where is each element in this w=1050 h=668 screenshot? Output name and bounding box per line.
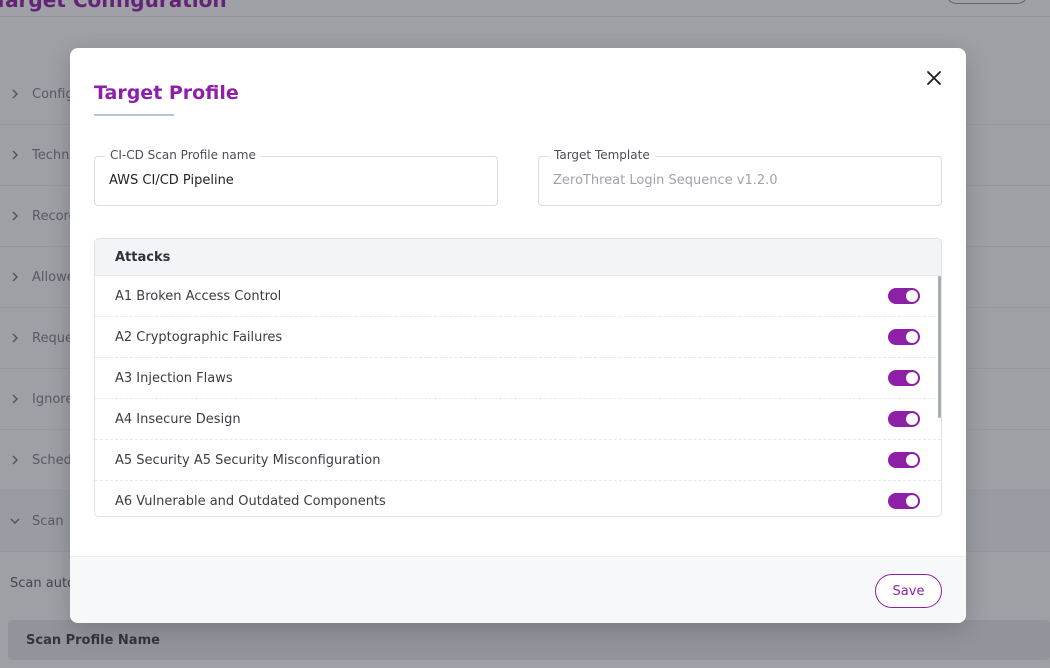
- toggle-knob: [906, 372, 918, 384]
- target-template-input[interactable]: ZeroThreat Login Sequence v1.2.0: [553, 173, 778, 188]
- profile-name-field[interactable]: CI-CD Scan Profile name AWS CI/CD Pipeli…: [94, 148, 498, 206]
- attack-toggle[interactable]: [888, 411, 920, 427]
- attacks-header: Attacks: [95, 239, 941, 276]
- attack-toggle[interactable]: [888, 329, 920, 345]
- close-icon: [927, 71, 941, 85]
- attack-toggle[interactable]: [888, 452, 920, 468]
- attack-row-a3: A3 Injection Flaws: [95, 358, 941, 399]
- profile-name-input[interactable]: AWS CI/CD Pipeline: [109, 173, 234, 188]
- attack-label: A2 Cryptographic Failures: [115, 329, 283, 345]
- attacks-panel: Attacks A1 Broken Access Control A2 Cryp…: [94, 238, 942, 517]
- attack-toggle[interactable]: [888, 288, 920, 304]
- attack-label: A4 Insecure Design: [115, 411, 241, 427]
- save-button[interactable]: Save: [875, 574, 942, 608]
- attack-row-a1: A1 Broken Access Control: [95, 276, 941, 317]
- attack-label: A1 Broken Access Control: [115, 288, 282, 304]
- modal-footer: Save: [70, 556, 966, 623]
- attack-row-a4: A4 Insecure Design: [95, 399, 941, 440]
- toggle-knob: [906, 454, 918, 466]
- attack-toggle[interactable]: [888, 493, 920, 509]
- modal-title: Target Profile: [94, 82, 239, 104]
- toggle-knob: [906, 495, 918, 507]
- toggle-knob: [906, 413, 918, 425]
- attack-label: A5 Security A5 Security Misconfiguration: [115, 452, 381, 468]
- attack-label: A3 Injection Flaws: [115, 370, 233, 386]
- target-template-field[interactable]: Target Template ZeroThreat Login Sequenc…: [538, 148, 942, 206]
- attack-list[interactable]: A1 Broken Access Control A2 Cryptographi…: [95, 276, 941, 516]
- target-profile-modal: Target Profile CI-CD Scan Profile name A…: [70, 48, 966, 623]
- close-button[interactable]: [922, 66, 946, 90]
- attack-row-a2: A2 Cryptographic Failures: [95, 317, 941, 358]
- attack-row-a5: A5 Security A5 Security Misconfiguration: [95, 440, 941, 481]
- attack-row-a6: A6 Vulnerable and Outdated Components: [95, 481, 941, 516]
- attack-toggle[interactable]: [888, 370, 920, 386]
- toggle-knob: [906, 290, 918, 302]
- toggle-knob: [906, 331, 918, 343]
- target-template-label: Target Template: [549, 148, 655, 162]
- attack-list-scrollbar[interactable]: [938, 276, 941, 418]
- title-underline: [94, 114, 174, 116]
- profile-name-label: CI-CD Scan Profile name: [105, 148, 261, 162]
- attack-label: A6 Vulnerable and Outdated Components: [115, 493, 386, 509]
